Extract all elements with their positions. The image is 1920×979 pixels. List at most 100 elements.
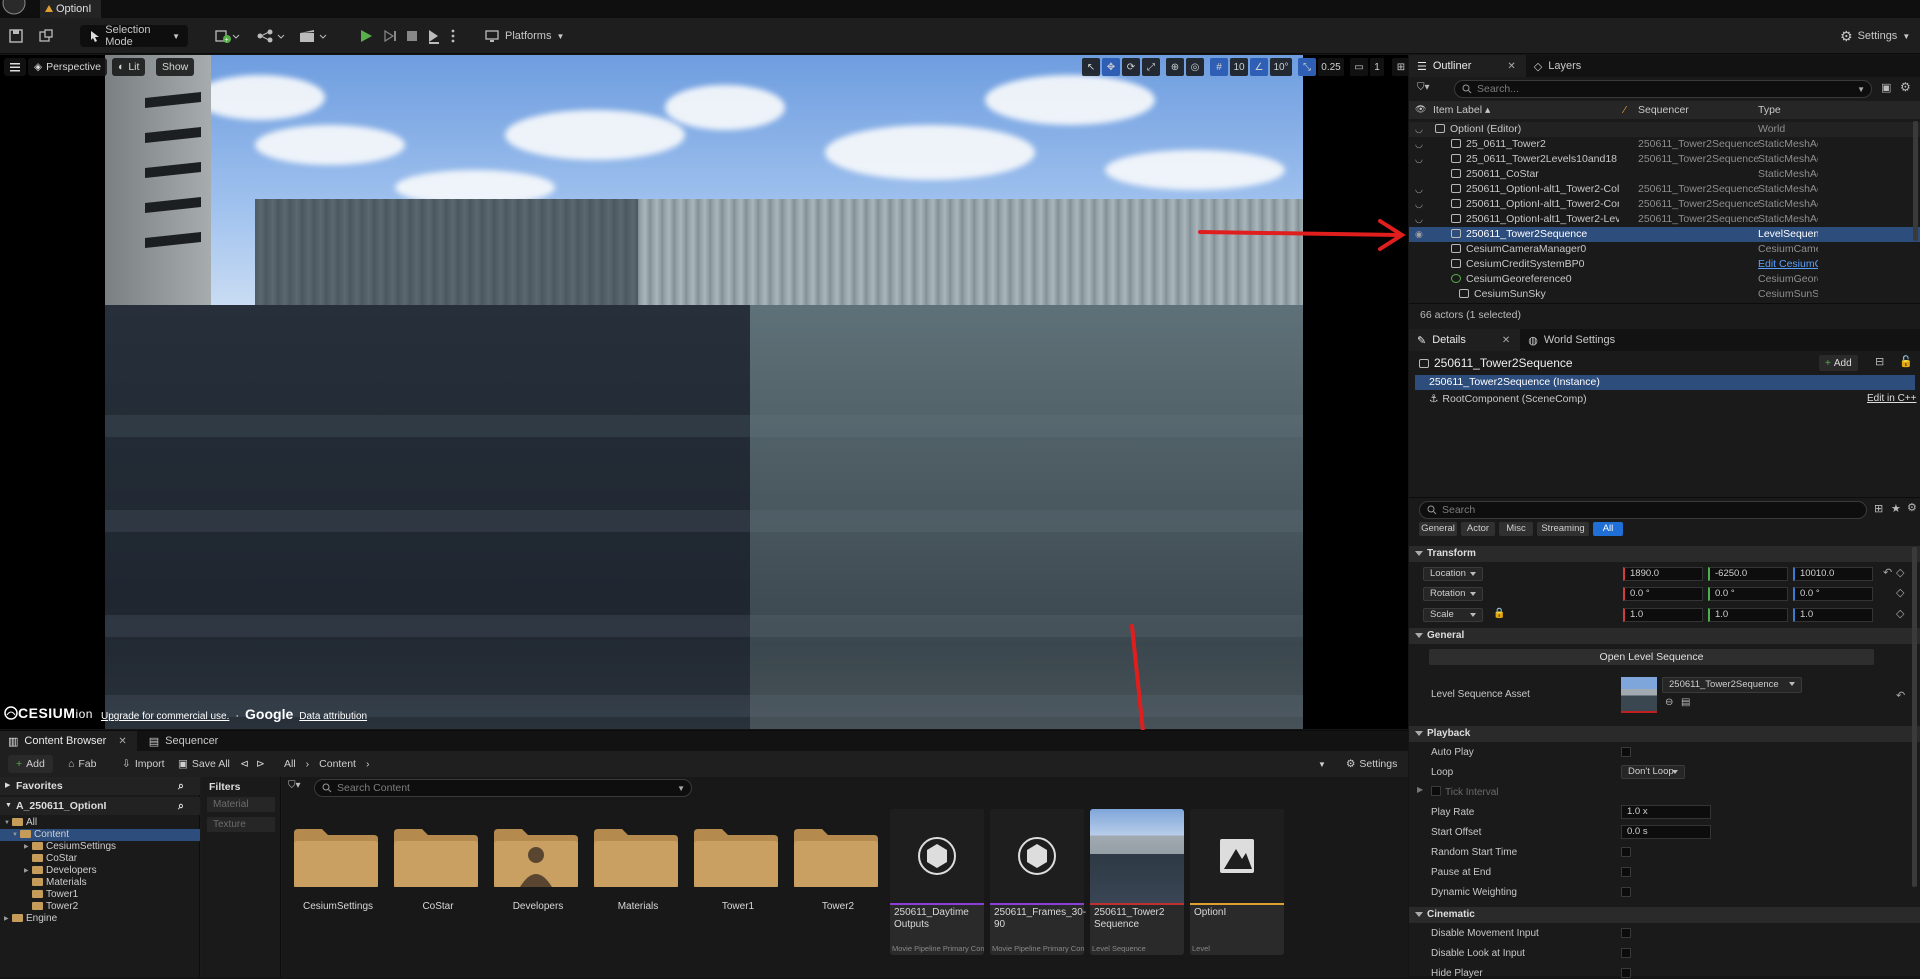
location-z-field[interactable]: 10010.0 (1793, 567, 1873, 581)
tick-interval-checkbox[interactable] (1431, 786, 1441, 796)
grid-snap-icon[interactable]: # (1210, 58, 1228, 76)
rotation-dropdown[interactable]: Rotation (1423, 587, 1483, 601)
cinematics-button[interactable] (298, 25, 328, 47)
visibility-icon[interactable]: ◡ (1415, 152, 1423, 167)
loop-dropdown[interactable]: Don't Loop (1621, 765, 1685, 779)
keyframe-icon[interactable]: ◇ (1896, 586, 1904, 599)
rotate-tool-icon[interactable]: ⟳ (1122, 58, 1140, 76)
location-y-field[interactable]: -6250.0 (1708, 567, 1788, 581)
tree-item[interactable]: ▶ CesiumSettings (0, 841, 200, 853)
outliner-settings-icon[interactable]: ⚙ (1900, 80, 1911, 94)
folder-tile[interactable]: Materials (590, 809, 684, 955)
project-header[interactable]: ▼ A_250611_OptionI ⌕ (0, 797, 200, 815)
visibility-icon[interactable]: ◡ (1415, 197, 1423, 212)
level-viewport[interactable]: ◈ Perspective ◐ Lit Show ↖ ✥ ⟳ ⤢ ⊕ ◎ # 10 … (0, 55, 1408, 729)
location-dropdown[interactable]: Location (1423, 567, 1483, 581)
visibility-icon[interactable]: 👁 (1415, 104, 1426, 115)
auto-play-checkbox[interactable] (1621, 747, 1631, 757)
settings-dropdown[interactable]: ⚙ Settings ▼ (1840, 25, 1910, 47)
filter-all[interactable]: All (1593, 522, 1623, 536)
col-item-label[interactable]: Item Label ▴ (1433, 104, 1490, 116)
history-back-icon[interactable]: ⊲ (240, 755, 249, 773)
rotation-x-field[interactable]: 0.0 ° (1623, 587, 1703, 601)
browse-asset-icon[interactable]: ⊖ (1665, 697, 1673, 708)
transform-section[interactable]: Transform (1409, 546, 1920, 562)
rotation-y-field[interactable]: 0.0 ° (1708, 587, 1788, 601)
outliner-row[interactable]: ◡ 25_0611_Tower2 250611_Tower2Sequence Stat… (1409, 137, 1920, 152)
asset-tile[interactable]: 250611_Daytime Outputs Movie Pipeline Pri… (890, 809, 984, 955)
filter-dropdown-icon[interactable]: ⛉▾ (288, 780, 301, 791)
filter-material[interactable]: Material (207, 797, 275, 812)
breadcrumb-content[interactable]: Content (319, 758, 356, 770)
folder-tile[interactable]: CoStar (390, 809, 484, 955)
import-button[interactable]: ⇩ Import (122, 755, 165, 773)
open-level-sequence-button[interactable]: Open Level Sequence (1429, 649, 1874, 665)
outliner-row[interactable]: ◉ 250611_Tower2Sequence LevelSequenceActor (1409, 227, 1920, 242)
actor-name-field[interactable]: 250611_Tower2Sequence (1419, 355, 1573, 371)
lock-icon[interactable]: 🔓 (1899, 355, 1913, 368)
outliner-row[interactable]: CesiumSunSky CesiumSunSky (1409, 287, 1920, 302)
viewport-layout-icon[interactable]: ⊞ (1392, 58, 1408, 76)
scale-y-field[interactable]: 1.0 (1708, 608, 1788, 622)
chevron-right-icon[interactable]: ▶ (24, 841, 29, 853)
keyframe-icon[interactable]: ◇ (1896, 607, 1904, 620)
col-type[interactable]: Type (1758, 104, 1781, 116)
hide-player-checkbox[interactable] (1621, 968, 1631, 978)
data-attribution-link[interactable]: Data attribution (299, 711, 367, 722)
folder-tile[interactable]: Tower1 (690, 809, 784, 955)
add-button[interactable]: + Add (8, 755, 53, 773)
filter-streaming[interactable]: Streaming (1537, 522, 1589, 536)
upgrade-link[interactable]: Upgrade for commercial use. (101, 711, 229, 722)
reset-icon[interactable]: ↶ (1896, 689, 1905, 702)
translate-tool-icon[interactable]: ✥ (1102, 58, 1120, 76)
scale-x-field[interactable]: 1.0 (1623, 608, 1703, 622)
perspective-button[interactable]: ◈ Perspective (28, 58, 107, 76)
search-icon[interactable]: ⌕ (178, 777, 184, 795)
outliner-row[interactable]: CesiumCreditSystemBP0 Edit CesiumCreditSy… (1409, 257, 1920, 272)
add-actor-button[interactable]: + (214, 25, 240, 47)
add-component-button[interactable]: + Add (1819, 355, 1858, 371)
start-offset-field[interactable]: 0.0 s (1621, 825, 1711, 839)
outliner-row[interactable]: ◡ 25_0611_Tower2Levels10and18 250611_Tower… (1409, 152, 1920, 167)
visibility-icon[interactable]: ◡ (1415, 182, 1423, 197)
outliner-row[interactable]: CesiumGeoreference0 CesiumGeoreference (1409, 272, 1920, 287)
filter-misc[interactable]: Misc (1499, 522, 1533, 536)
details-settings-icon[interactable]: ⚙ (1907, 501, 1917, 514)
show-button[interactable]: Show (156, 58, 195, 76)
visibility-icon[interactable]: ◡ (1415, 212, 1423, 227)
tree-item[interactable]: Tower2 (0, 901, 200, 913)
surface-snap-icon[interactable]: ◎ (1186, 58, 1204, 76)
tree-item[interactable]: ▶ Developers (0, 865, 200, 877)
tree-item[interactable]: Tower1 (0, 889, 200, 901)
play-rate-field[interactable]: 1.0 x (1621, 805, 1711, 819)
details-search-input[interactable]: Search (1419, 501, 1867, 519)
chevron-down-icon[interactable]: ▼ (4, 817, 10, 829)
scale-z-field[interactable]: 1.0 (1793, 608, 1873, 622)
table-view-icon[interactable]: ⊞ (1874, 502, 1883, 515)
tab-details[interactable]: ✎ Details ✕ (1409, 329, 1521, 351)
dynamic-weighting-checkbox[interactable] (1621, 887, 1631, 897)
filter-icon[interactable]: ⛉▾ (1417, 82, 1439, 96)
tree-item[interactable]: ▼ Content (0, 829, 200, 841)
tab-content-browser[interactable]: ▥ Content Browser ✕ (0, 731, 137, 751)
folder-tile[interactable]: Developers (490, 809, 584, 955)
blueprint-icon[interactable]: ⊟ (1875, 355, 1884, 368)
visibility-icon[interactable]: ◉ (1415, 227, 1423, 242)
grid-snap-value[interactable]: 10 (1230, 58, 1248, 76)
level-sequence-asset-dropdown[interactable]: 250611_Tower2Sequence (1662, 677, 1802, 693)
folder-tile[interactable]: CesiumSettings (290, 809, 384, 955)
close-icon[interactable]: ✕ (1507, 61, 1515, 72)
asset-tile[interactable]: 250611_Frames_30-90 Movie Pipeline Primar… (990, 809, 1086, 955)
outliner-row[interactable]: ◡ 250611_OptionI-alt1_Tower2-Level 250611_… (1409, 212, 1920, 227)
outliner-row[interactable]: ◡ 250611_OptionI-alt1_Tower2-Core 250611_T… (1409, 197, 1920, 212)
selection-mode-dropdown[interactable]: Selection Mode ▼ (80, 24, 188, 48)
add-folder-icon[interactable]: ▣ (1881, 81, 1891, 94)
pause-at-end-checkbox[interactable] (1621, 867, 1631, 877)
camera-speed-value[interactable]: 1 (1370, 58, 1384, 76)
instance-row[interactable]: 250611_Tower2Sequence (Instance) (1415, 375, 1915, 390)
folder-tile[interactable]: Tower2 (790, 809, 884, 955)
general-section[interactable]: General (1409, 628, 1920, 644)
filter-actor[interactable]: Actor (1461, 522, 1495, 536)
outliner-search-input[interactable]: Search... ▼ (1454, 80, 1872, 98)
filter-texture[interactable]: Texture (207, 817, 275, 832)
